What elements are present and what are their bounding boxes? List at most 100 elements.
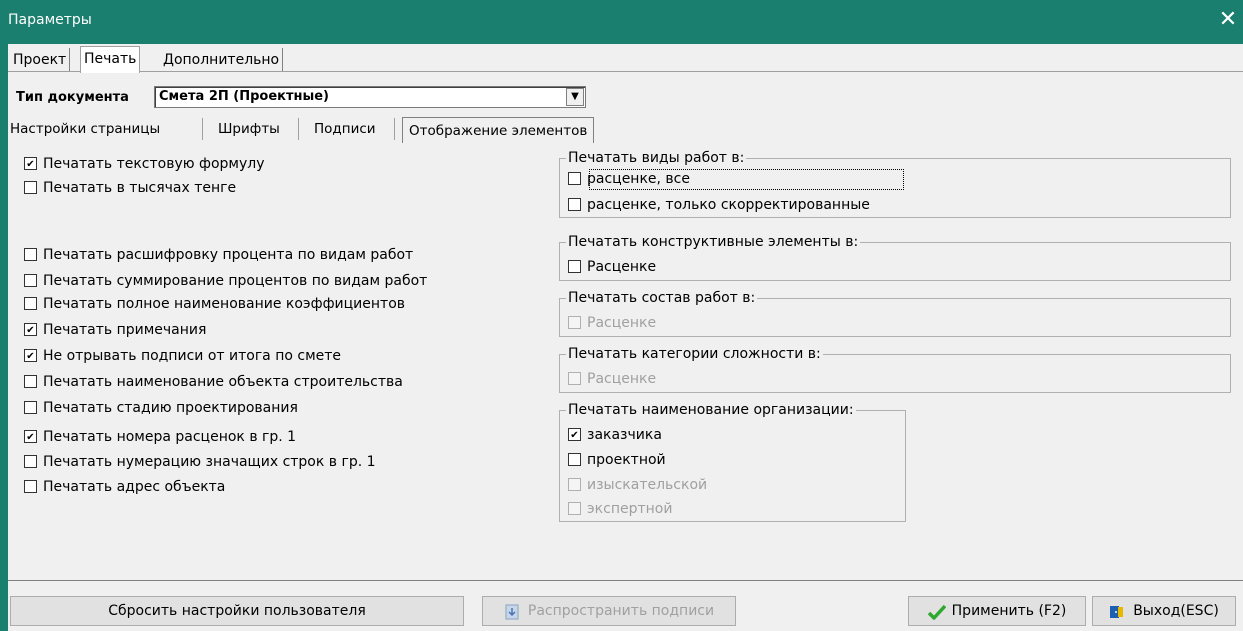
option-rate-numbers[interactable]: Печатать номера расценок в гр. 1 [24, 427, 296, 447]
exit-door-icon [1109, 602, 1125, 618]
checkbox[interactable] [568, 452, 581, 466]
apply-button[interactable]: Применить (F2) [908, 596, 1086, 626]
option-object-address[interactable]: Печатать адрес объекта [24, 477, 225, 497]
window-border [0, 44, 8, 631]
option-composition-rate: Расценке [568, 313, 656, 333]
option-keep-signatures[interactable]: Не отрывать подписи от итога по смете [24, 346, 341, 366]
option-object-name[interactable]: Печатать наименование объекта строительс… [24, 372, 403, 392]
checkbox[interactable] [24, 180, 37, 194]
checkbox[interactable] [24, 374, 37, 388]
option-complexity-rate: Расценке [568, 369, 656, 389]
option-label: Печатать примечания [43, 322, 207, 338]
option-label: Не отрывать подписи от итога по смете [43, 348, 342, 364]
option-label: Печатать расшифровку процента по видам р… [43, 247, 414, 263]
option-structural-rate[interactable]: Расценке [568, 257, 656, 277]
checkbox [568, 315, 581, 329]
checkbox[interactable] [24, 322, 37, 336]
checkbox[interactable] [568, 259, 581, 273]
button-label: Распространить подписи [527, 603, 715, 619]
download-icon [504, 602, 520, 620]
option-label: расценке, только скорректированные [587, 197, 870, 213]
doc-type-value: Смета 2П (Проектные) [159, 89, 329, 104]
checkbox [568, 501, 581, 515]
option-text-formula[interactable]: Печатать текстовую формулу [24, 154, 265, 174]
option-label: Печатать в тысячах тенге [43, 180, 237, 196]
checkbox[interactable] [568, 171, 581, 185]
subtab-fonts[interactable]: Шрифты [218, 116, 280, 142]
option-label: Расценке [587, 259, 657, 275]
group-structural: Печатать конструктивные элементы в: Расц… [559, 233, 1231, 281]
checkbox[interactable] [24, 156, 37, 170]
option-label: Печатать полное наименование коэффициент… [43, 296, 406, 312]
group-title: Печатать виды работ в: [566, 149, 747, 167]
checkbox[interactable] [24, 247, 37, 261]
doc-type-label: Тип документа [16, 90, 129, 105]
checkbox[interactable] [24, 273, 37, 287]
option-coef-full-name[interactable]: Печатать полное наименование коэффициент… [24, 294, 405, 314]
option-label: Расценке [587, 315, 657, 331]
option-label: экспертной [587, 501, 673, 517]
checkmark-icon [927, 602, 946, 620]
subtab-divider [202, 118, 203, 140]
subtab-elements-display[interactable]: Отображение элементов [402, 117, 595, 143]
option-notes[interactable]: Печатать примечания [24, 320, 206, 340]
spread-signatures-button[interactable]: Распространить подписи [482, 596, 736, 626]
option-percent-breakdown[interactable]: Печатать расшифровку процента по видам р… [24, 245, 413, 265]
checkbox[interactable] [24, 348, 37, 362]
close-icon[interactable]: ✕ [1217, 8, 1239, 32]
tab-advanced[interactable]: Дополнительно [160, 48, 284, 72]
button-label: Выход(ESC) [1133, 603, 1219, 619]
checkbox[interactable] [24, 296, 37, 310]
checkbox[interactable] [24, 400, 37, 414]
doc-type-select[interactable]: Смета 2П (Проектные) ▼ [154, 86, 586, 108]
checkbox [568, 477, 581, 491]
group-title: Печатать наименование организации: [566, 401, 856, 419]
option-label: изыскательской [587, 477, 708, 493]
option-percent-sum[interactable]: Печатать суммирование процентов по видам… [24, 271, 427, 291]
group-title: Печатать конструктивные элементы в: [566, 233, 861, 251]
group-title: Печатать состав работ в: [566, 289, 758, 307]
group-title: Печатать категории сложности в: [566, 345, 823, 363]
print-panel: Тип документа Смета 2П (Проектные) ▼ Нас… [8, 71, 1243, 582]
title-bar: Параметры ✕ [0, 0, 1243, 44]
group-work-types: Печатать виды работ в: расценке, все рас… [559, 149, 1231, 218]
footer-divider [8, 580, 1243, 581]
option-label: Печатать суммирование процентов по видам… [43, 273, 428, 289]
option-label: Печатать номера расценок в гр. 1 [43, 429, 297, 445]
subtab-page-settings[interactable]: Настройки страницы [10, 116, 160, 142]
reset-settings-button[interactable]: Сбросить настройки пользователя [10, 596, 464, 626]
checkbox[interactable] [568, 197, 581, 211]
option-org-survey: изыскательской [568, 475, 707, 495]
subtab-divider [394, 118, 395, 140]
chevron-down-icon[interactable]: ▼ [566, 88, 584, 106]
checkbox[interactable] [24, 429, 37, 443]
option-label: Печатать стадию проектирования [43, 400, 298, 416]
option-rate-corrected[interactable]: расценке, только скорректированные [568, 195, 870, 215]
group-organization: Печатать наименование организации: заказ… [559, 401, 906, 522]
checkbox[interactable] [24, 479, 37, 493]
option-label: проектной [587, 452, 666, 468]
focus-rectangle [589, 169, 904, 190]
group-complexity: Печатать категории сложности в: Расценке [559, 345, 1231, 393]
group-composition: Печатать состав работ в: Расценке [559, 289, 1231, 337]
subtab-divider [298, 118, 299, 140]
option-label: Печатать адрес объекта [43, 479, 226, 495]
tab-print[interactable]: Печать [80, 46, 141, 73]
checkbox [568, 371, 581, 385]
checkbox[interactable] [24, 454, 37, 468]
option-design-stage[interactable]: Печатать стадию проектирования [24, 398, 298, 418]
option-org-customer[interactable]: заказчика [568, 425, 662, 445]
exit-button[interactable]: Выход(ESC) [1092, 596, 1236, 626]
option-org-design[interactable]: проектной [568, 450, 666, 470]
option-row-numbering[interactable]: Печатать нумерацию значащих строк в гр. … [24, 452, 376, 472]
tab-project[interactable]: Проект [10, 48, 71, 72]
option-label: Печатать наименование объекта строительс… [43, 374, 403, 390]
checkbox[interactable] [568, 427, 581, 441]
button-label: Сбросить настройки пользователя [108, 603, 366, 619]
option-label: Печатать нумерацию значащих строк в гр. … [43, 454, 376, 470]
window-title: Параметры [8, 12, 92, 28]
button-label: Применить (F2) [951, 603, 1067, 619]
option-org-expert: экспертной [568, 499, 672, 519]
subtab-signatures[interactable]: Подписи [314, 116, 376, 142]
option-thousands-tenge[interactable]: Печатать в тысячах тенге [24, 178, 236, 198]
